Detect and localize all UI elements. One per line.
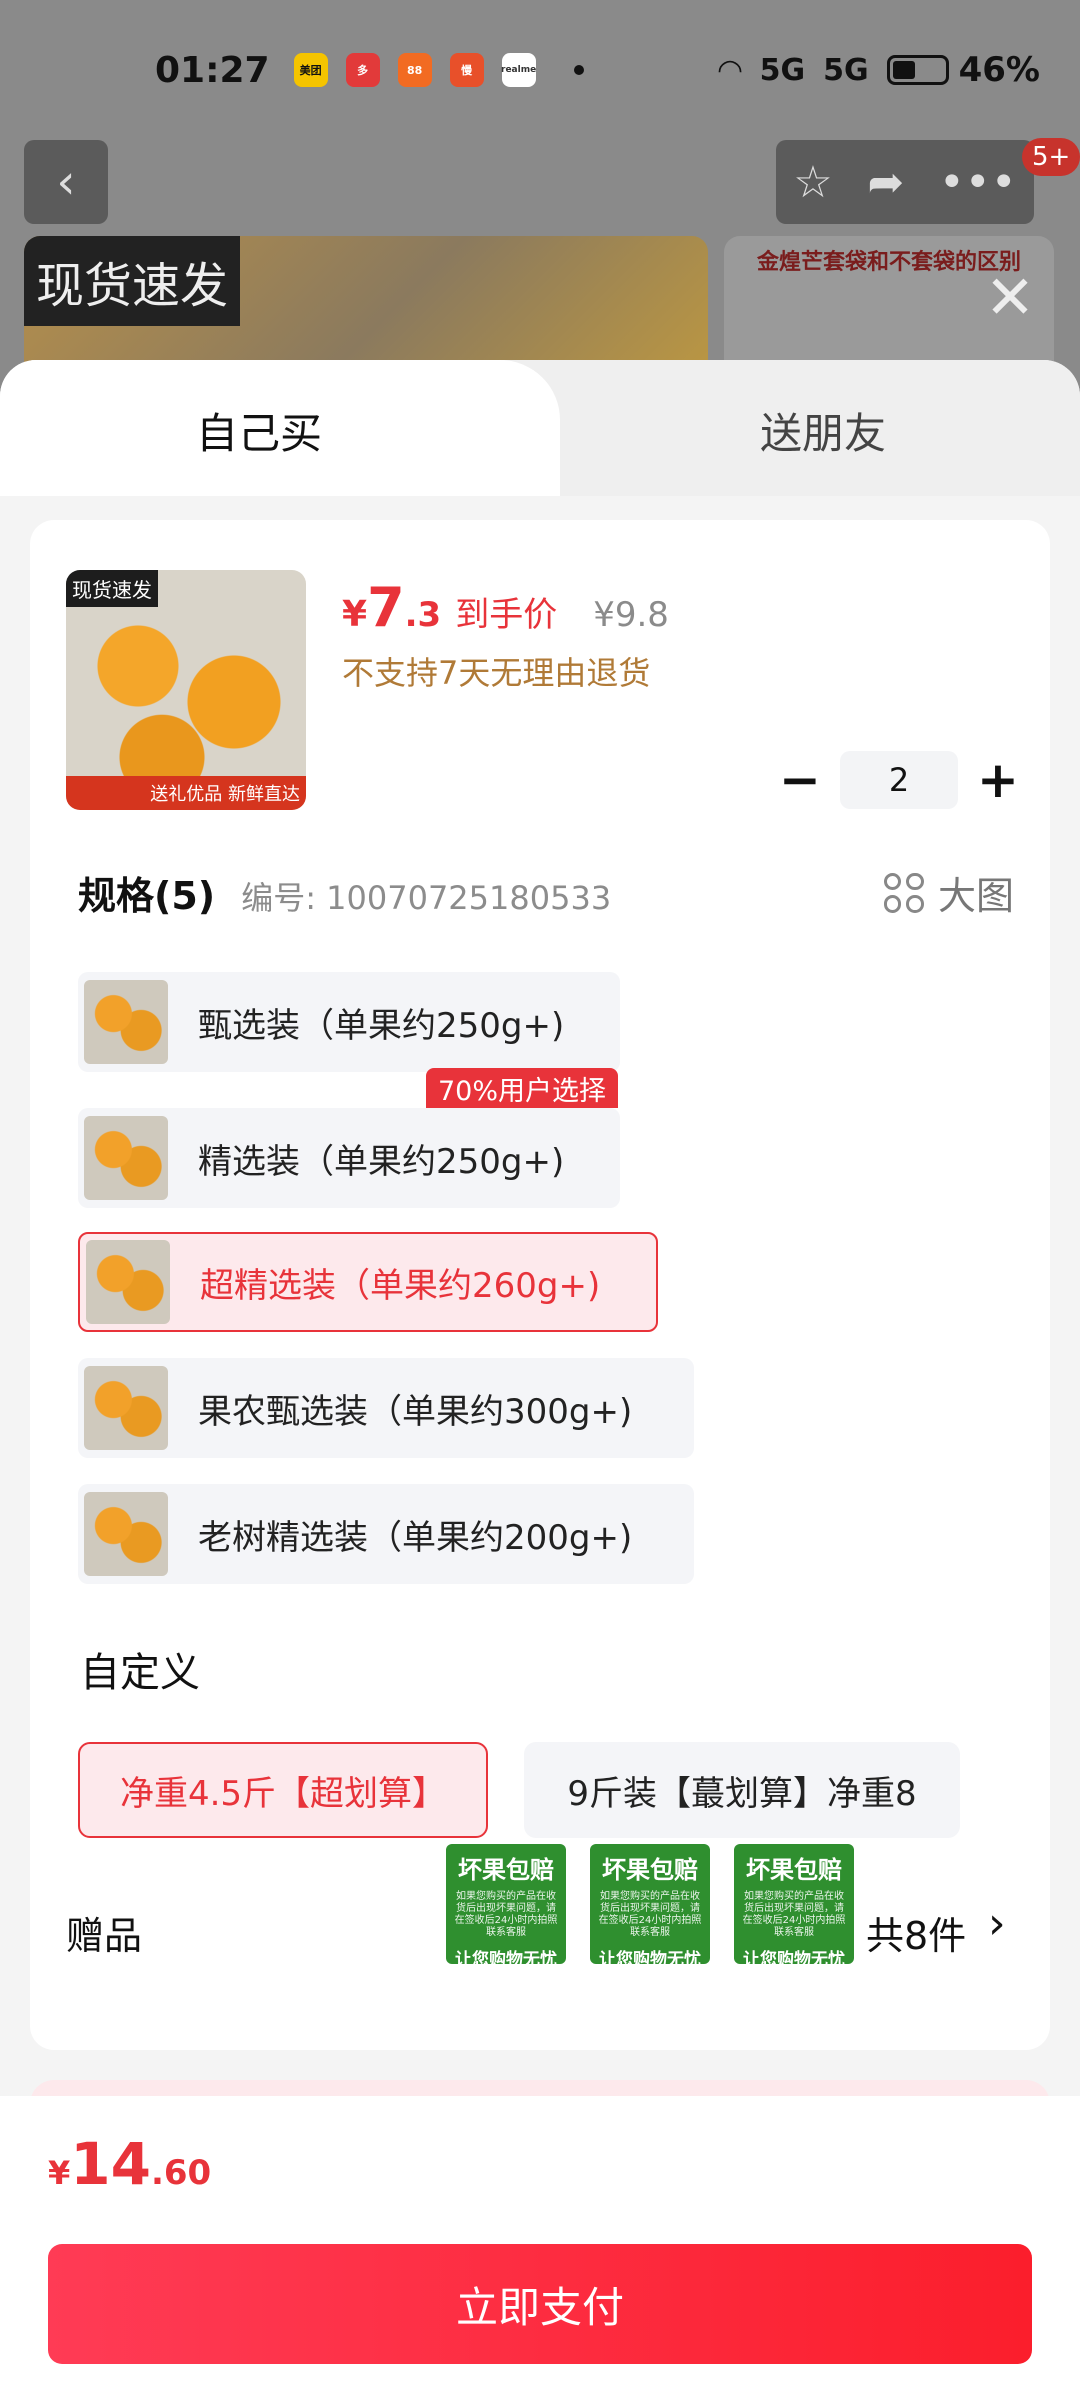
quantity-stepper: − 2 +	[770, 750, 1028, 810]
spec-option-label: 超精选装（单果约260g+)	[200, 1265, 601, 1306]
sku-card: 现货速发 送礼优品 新鲜直达 ¥ 7 .3 到手价 ¥9.8 不支持7天无理由退…	[30, 520, 1050, 2050]
spec-option-label: 精选装（单果约250g+)	[198, 1141, 565, 1182]
battery-percent: 46%	[958, 50, 1040, 90]
back-button[interactable]: ‹	[24, 140, 108, 224]
pdd-app-icon: 多	[345, 53, 380, 87]
header-actions: ☆ ➦ •••	[776, 140, 1034, 224]
option-thumbnail	[84, 1366, 168, 1450]
gift-card-1[interactable]: 坏果包赔 如果您购买的产品在收货后出现坏果问题，请在签收后24小时内拍照联系客服…	[446, 1844, 566, 1970]
custom-option-2[interactable]: 9斤装【蕞划算】净重8	[524, 1742, 960, 1838]
spec-option-5[interactable]: 老树精选装（单果约200g+)	[78, 1484, 694, 1584]
thumb-banner: 送礼优品 新鲜直达	[66, 776, 306, 810]
gift-card-slogan: 让您购物无忧	[455, 1950, 557, 1970]
spec-header: 规格(5) 编号: 10070725180533	[78, 865, 611, 920]
app-icon-slow: 慢	[449, 53, 484, 87]
spec-option-4[interactable]: 果农甄选装（单果约300g+)	[78, 1358, 694, 1458]
spec-option-label: 甄选装（单果约250g+)	[198, 1005, 565, 1046]
app-icon: 88	[397, 53, 432, 87]
price-symbol: ¥	[342, 594, 368, 635]
gift-card-slogan: 让您购物无忧	[743, 1950, 845, 1970]
total-integer: 14	[70, 2130, 151, 2198]
gift-card-3[interactable]: 坏果包赔 如果您购买的产品在收货后出现坏果问题，请在签收后24小时内拍照联系客服…	[734, 1844, 854, 1970]
product-thumbnail[interactable]: 现货速发 送礼优品 新鲜直达	[66, 570, 306, 810]
return-policy: 不支持7天无理由退货	[342, 654, 651, 692]
big-image-button[interactable]: 大图	[883, 865, 1014, 920]
spec-option-3[interactable]: 超精选装（单果约260g+)	[78, 1232, 658, 1332]
tab-self-label: 自己买	[196, 409, 323, 458]
signal-5g-icon: 5G	[759, 52, 806, 88]
tab-bar: 送朋友 自己买	[0, 360, 1080, 496]
image-tag: 现货速发	[24, 236, 241, 326]
original-price: ¥9.8	[593, 595, 669, 635]
status-time: 01:27	[155, 49, 270, 91]
close-icon[interactable]: ✕	[980, 268, 1040, 328]
status-right: ◠ 5G 5G 46%	[719, 50, 1040, 90]
cart-badge: 5+	[1022, 138, 1080, 176]
star-icon[interactable]: ☆	[793, 157, 832, 208]
battery-icon	[886, 55, 949, 85]
tab-buy-self[interactable]: 自己买	[0, 360, 560, 496]
chevron-right-icon[interactable]: ›	[988, 1898, 1006, 1949]
price-decimal: .3	[404, 595, 442, 635]
big-image-label: 大图	[937, 874, 1014, 918]
option-thumbnail	[84, 1492, 168, 1576]
share-icon[interactable]: ➦	[867, 157, 904, 208]
gift-card-2[interactable]: 坏果包赔 如果您购买的产品在收货后出现坏果问题，请在签收后24小时内拍照联系客服…	[590, 1844, 710, 1970]
wifi-icon: ◠	[718, 52, 742, 88]
checkout-bar: ¥ 14 .60 立即支付	[0, 2096, 1080, 2400]
notification-dot-icon	[573, 65, 584, 75]
total-decimal: .60	[150, 2153, 212, 2193]
price-label: 到手价	[455, 595, 558, 635]
custom-option-1[interactable]: 净重4.5斤【超划算】	[78, 1742, 488, 1838]
spec-option-label: 果农甄选装（单果约300g+)	[198, 1391, 633, 1432]
chevron-left-icon: ‹	[56, 154, 76, 210]
increase-button[interactable]: +	[968, 750, 1028, 810]
option-thumbnail	[84, 1116, 168, 1200]
gift-card-fine: 如果您购买的产品在收货后出现坏果问题，请在签收后24小时内拍照联系客服	[598, 1891, 702, 1938]
gift-count[interactable]: 共8件	[866, 1905, 966, 1960]
gift-card-title: 坏果包赔	[602, 1856, 698, 1884]
gift-card-title: 坏果包赔	[458, 1856, 554, 1884]
status-bar: 01:27 美团 多 88 慢 realme ◠ 5G 5G 46%	[0, 0, 1080, 140]
gift-card-fine: 如果您购买的产品在收货后出现坏果问题，请在签收后24小时内拍照联系客服	[742, 1891, 846, 1938]
spec-code: 编号: 10070725180533	[241, 879, 612, 917]
pay-now-button[interactable]: 立即支付	[48, 2244, 1032, 2364]
gift-label: 赠品	[66, 1914, 143, 1958]
total-price: ¥ 14 .60	[48, 2130, 211, 2198]
gift-card-title: 坏果包赔	[746, 1856, 842, 1884]
option-thumbnail	[86, 1240, 170, 1324]
realme-app-icon: realme	[501, 53, 536, 87]
price-line: ¥ 7 .3 到手价 ¥9.8	[342, 576, 669, 639]
quantity-input[interactable]: 2	[840, 751, 958, 809]
custom-title: 自定义	[80, 1650, 200, 1696]
spec-title: 规格(5)	[78, 874, 216, 918]
total-symbol: ¥	[48, 2154, 71, 2192]
meituan-app-icon: 美团	[293, 53, 328, 87]
option-thumbnail	[84, 980, 168, 1064]
gift-card-fine: 如果您购买的产品在收货后出现坏果问题，请在签收后24小时内拍照联系客服	[454, 1891, 558, 1938]
purchase-sheet: 送朋友 自己买 现货速发 送礼优品 新鲜直达 ¥ 7 .3 到手价 ¥9.8 不…	[0, 360, 1080, 2400]
thumb-tag: 现货速发	[66, 570, 158, 607]
tab-gift-label: 送朋友	[760, 409, 887, 458]
gift-card-slogan: 让您购物无忧	[599, 1950, 701, 1970]
grid-icon	[883, 872, 924, 913]
signal-5g-icon-2: 5G	[823, 52, 869, 88]
decrease-button[interactable]: −	[770, 750, 830, 810]
spec-option-2[interactable]: 精选装（单果约250g+)	[78, 1108, 620, 1208]
spec-option-1[interactable]: 甄选装（单果约250g+)	[78, 972, 620, 1072]
more-icon[interactable]: •••	[939, 157, 1017, 208]
price-integer: 7	[367, 576, 405, 639]
spec-option-label: 老树精选装（单果约200g+)	[198, 1517, 633, 1558]
popular-choice-badge: 70%用户选择	[426, 1068, 619, 1108]
